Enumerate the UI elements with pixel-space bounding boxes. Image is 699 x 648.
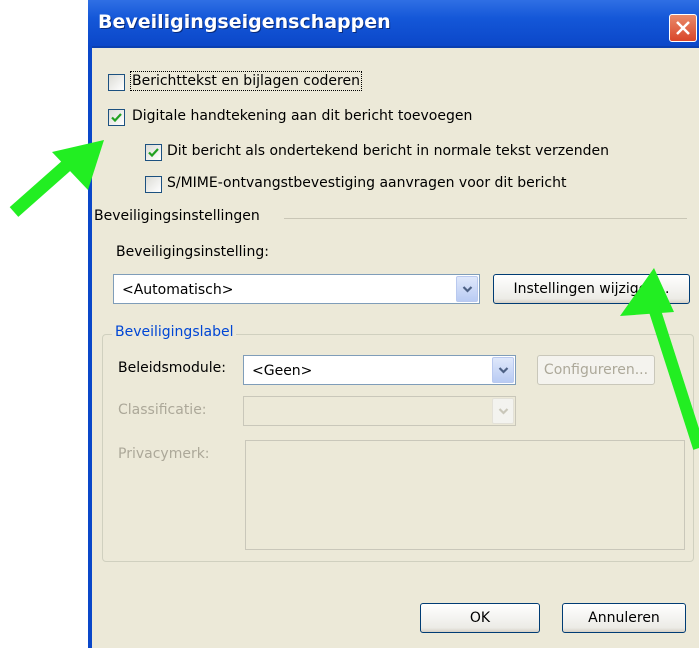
receipt-label[interactable]: S/MIME-ontvangstbevestiging aanvragen vo… xyxy=(167,175,566,191)
ok-label: OK xyxy=(469,610,491,626)
arrow-annotation xyxy=(9,140,104,217)
receipt-checkbox[interactable] xyxy=(145,176,162,193)
dropdown-button[interactable] xyxy=(492,357,514,383)
classification-label: Classificatie: xyxy=(118,402,207,418)
encrypt-label[interactable]: Berichttekst en bijlagen coderen xyxy=(130,71,362,91)
clear-text-label[interactable]: Dit bericht als ondertekend bericht in n… xyxy=(167,143,609,159)
close-button[interactable] xyxy=(669,14,697,42)
ok-button[interactable]: OK xyxy=(420,603,540,633)
clear-text-checkbox[interactable] xyxy=(145,144,162,161)
section-divider xyxy=(284,218,687,219)
encrypt-checkbox[interactable] xyxy=(108,74,125,91)
cancel-label: Annuleren xyxy=(588,610,660,626)
policy-module-value: <Geen> xyxy=(252,363,313,379)
security-settings-heading: Beveiligingsinstellingen xyxy=(94,208,260,224)
privacy-mark-label: Privacymerk: xyxy=(118,446,210,462)
dropdown-button[interactable] xyxy=(492,398,514,424)
security-setting-combo[interactable]: <Automatisch> xyxy=(113,274,480,304)
dialog-title: Beveiligingseigenschappen xyxy=(98,11,391,33)
security-setting-value: <Automatisch> xyxy=(122,282,234,298)
security-setting-label: Beveiligingsinstelling: xyxy=(116,244,269,260)
policy-module-combo[interactable]: <Geen> xyxy=(243,355,516,385)
sign-checkbox[interactable] xyxy=(108,109,125,126)
cancel-button[interactable]: Annuleren xyxy=(562,603,686,633)
policy-module-label: Beleidsmodule: xyxy=(118,360,226,376)
classification-combo[interactable] xyxy=(243,396,516,426)
title-bar: Beveiligingseigenschappen xyxy=(88,0,699,48)
arrow-annotation xyxy=(620,268,699,450)
privacy-mark-textarea[interactable] xyxy=(245,440,685,550)
security-label-group-title: Beveiligingslabel xyxy=(112,324,237,340)
security-properties-dialog: Beveiligingseigenschappen Berichttekst e… xyxy=(88,0,699,648)
dropdown-button[interactable] xyxy=(456,276,478,302)
sign-label[interactable]: Digitale handtekening aan dit bericht to… xyxy=(132,108,472,124)
